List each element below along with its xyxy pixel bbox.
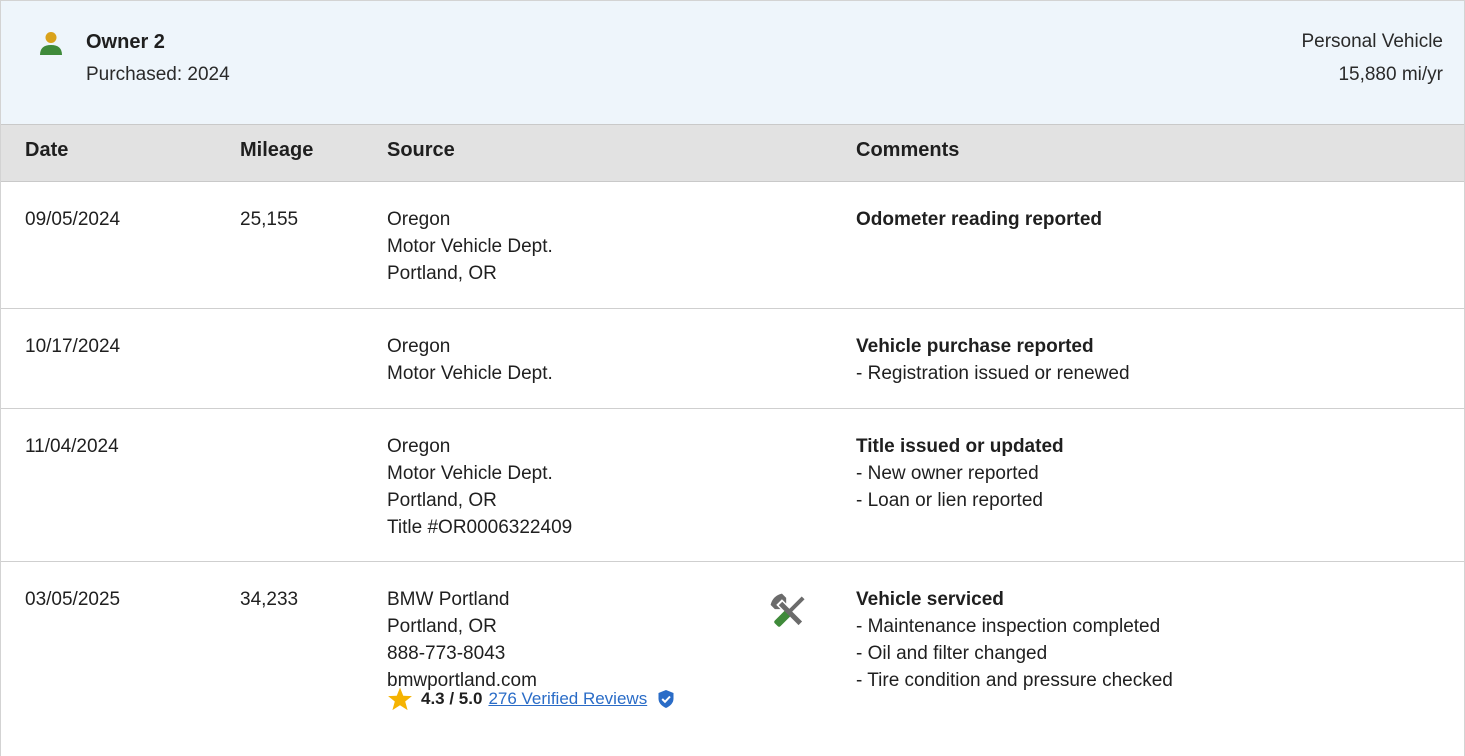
star-icon: [388, 687, 412, 711]
row-source: Oregon Motor Vehicle Dept.: [387, 333, 553, 387]
row-source: BMW Portland Portland, OR 888-773-8043 b…: [387, 586, 537, 694]
source-line: Portland, OR: [387, 616, 497, 637]
row-comments: Odometer reading reported: [856, 206, 1102, 233]
comment-line: - Maintenance inspection completed: [856, 616, 1161, 637]
source-line: 888-773-8043: [387, 643, 506, 664]
owner-header: Owner 2 Purchased: 2024 Personal Vehicle…: [1, 0, 1464, 124]
source-line: Motor Vehicle Dept.: [387, 236, 553, 257]
header-source: Source: [387, 139, 455, 161]
comment-line: - Oil and filter changed: [856, 643, 1048, 664]
row-date: 10/17/2024: [25, 336, 121, 357]
row-date: 11/04/2024: [25, 436, 119, 457]
header-mileage: Mileage: [240, 139, 314, 161]
header-comments: Comments: [856, 139, 960, 161]
row-comments: Vehicle purchase reported - Registration…: [856, 333, 1130, 387]
miles-per-year: 15,880 mi/yr: [1338, 64, 1443, 85]
header-date: Date: [25, 139, 69, 161]
source-line: BMW Portland: [387, 589, 510, 610]
source-line: Portland, OR: [387, 490, 497, 511]
row-mileage: 34,233: [240, 589, 299, 610]
row-date: 03/05/2025: [25, 589, 121, 610]
source-line: Motor Vehicle Dept.: [387, 363, 553, 384]
dealer-rating: 4.3 / 5.0 276 Verified Reviews: [387, 686, 675, 712]
owner-history-card: Owner 2 Purchased: 2024 Personal Vehicle…: [0, 0, 1465, 756]
comment-line: - Registration issued or renewed: [856, 363, 1130, 384]
verified-reviews-link[interactable]: 276 Verified Reviews: [488, 689, 647, 709]
comment-title: Title issued or updated: [856, 436, 1064, 457]
row-comments: Title issued or updated - New owner repo…: [856, 433, 1064, 514]
source-line: Title #OR0006322409: [387, 517, 573, 538]
service-tools-icon: [770, 593, 805, 627]
table-header: Date Mileage Source Comments: [1, 124, 1464, 182]
source-line: Oregon: [387, 436, 451, 457]
table-row: 11/04/2024 Oregon Motor Vehicle Dept. Po…: [1, 409, 1464, 562]
row-source: Oregon Motor Vehicle Dept. Portland, OR …: [387, 433, 572, 541]
row-date: 09/05/2024: [25, 209, 121, 230]
row-mileage: 25,155: [240, 209, 299, 230]
source-line: Portland, OR: [387, 263, 497, 284]
owner-purchased: Purchased: 2024: [86, 64, 230, 85]
source-line: Motor Vehicle Dept.: [387, 463, 553, 484]
vehicle-type: Personal Vehicle: [1301, 31, 1443, 52]
comment-line: - Tire condition and pressure checked: [856, 670, 1173, 691]
owner-name: Owner 2: [86, 31, 165, 53]
table-row: 03/05/2025 34,233 BMW Portland Portland,…: [1, 562, 1464, 756]
person-icon: [40, 32, 62, 55]
row-source: Oregon Motor Vehicle Dept. Portland, OR: [387, 206, 553, 287]
table-row: 09/05/2024 25,155 Oregon Motor Vehicle D…: [1, 182, 1464, 309]
rating-value: 4.3 / 5.0: [421, 689, 483, 708]
source-line: Oregon: [387, 209, 451, 230]
source-line: Oregon: [387, 336, 451, 357]
table-row: 10/17/2024 Oregon Motor Vehicle Dept. Ve…: [1, 309, 1464, 409]
comment-title: Vehicle serviced: [856, 589, 1004, 610]
comment-title: Odometer reading reported: [856, 209, 1102, 230]
comment-line: - Loan or lien reported: [856, 490, 1043, 511]
comment-title: Vehicle purchase reported: [856, 336, 1094, 357]
shield-check-icon: [658, 690, 674, 708]
comment-line: - New owner reported: [856, 463, 1039, 484]
row-comments: Vehicle serviced - Maintenance inspectio…: [856, 586, 1173, 694]
